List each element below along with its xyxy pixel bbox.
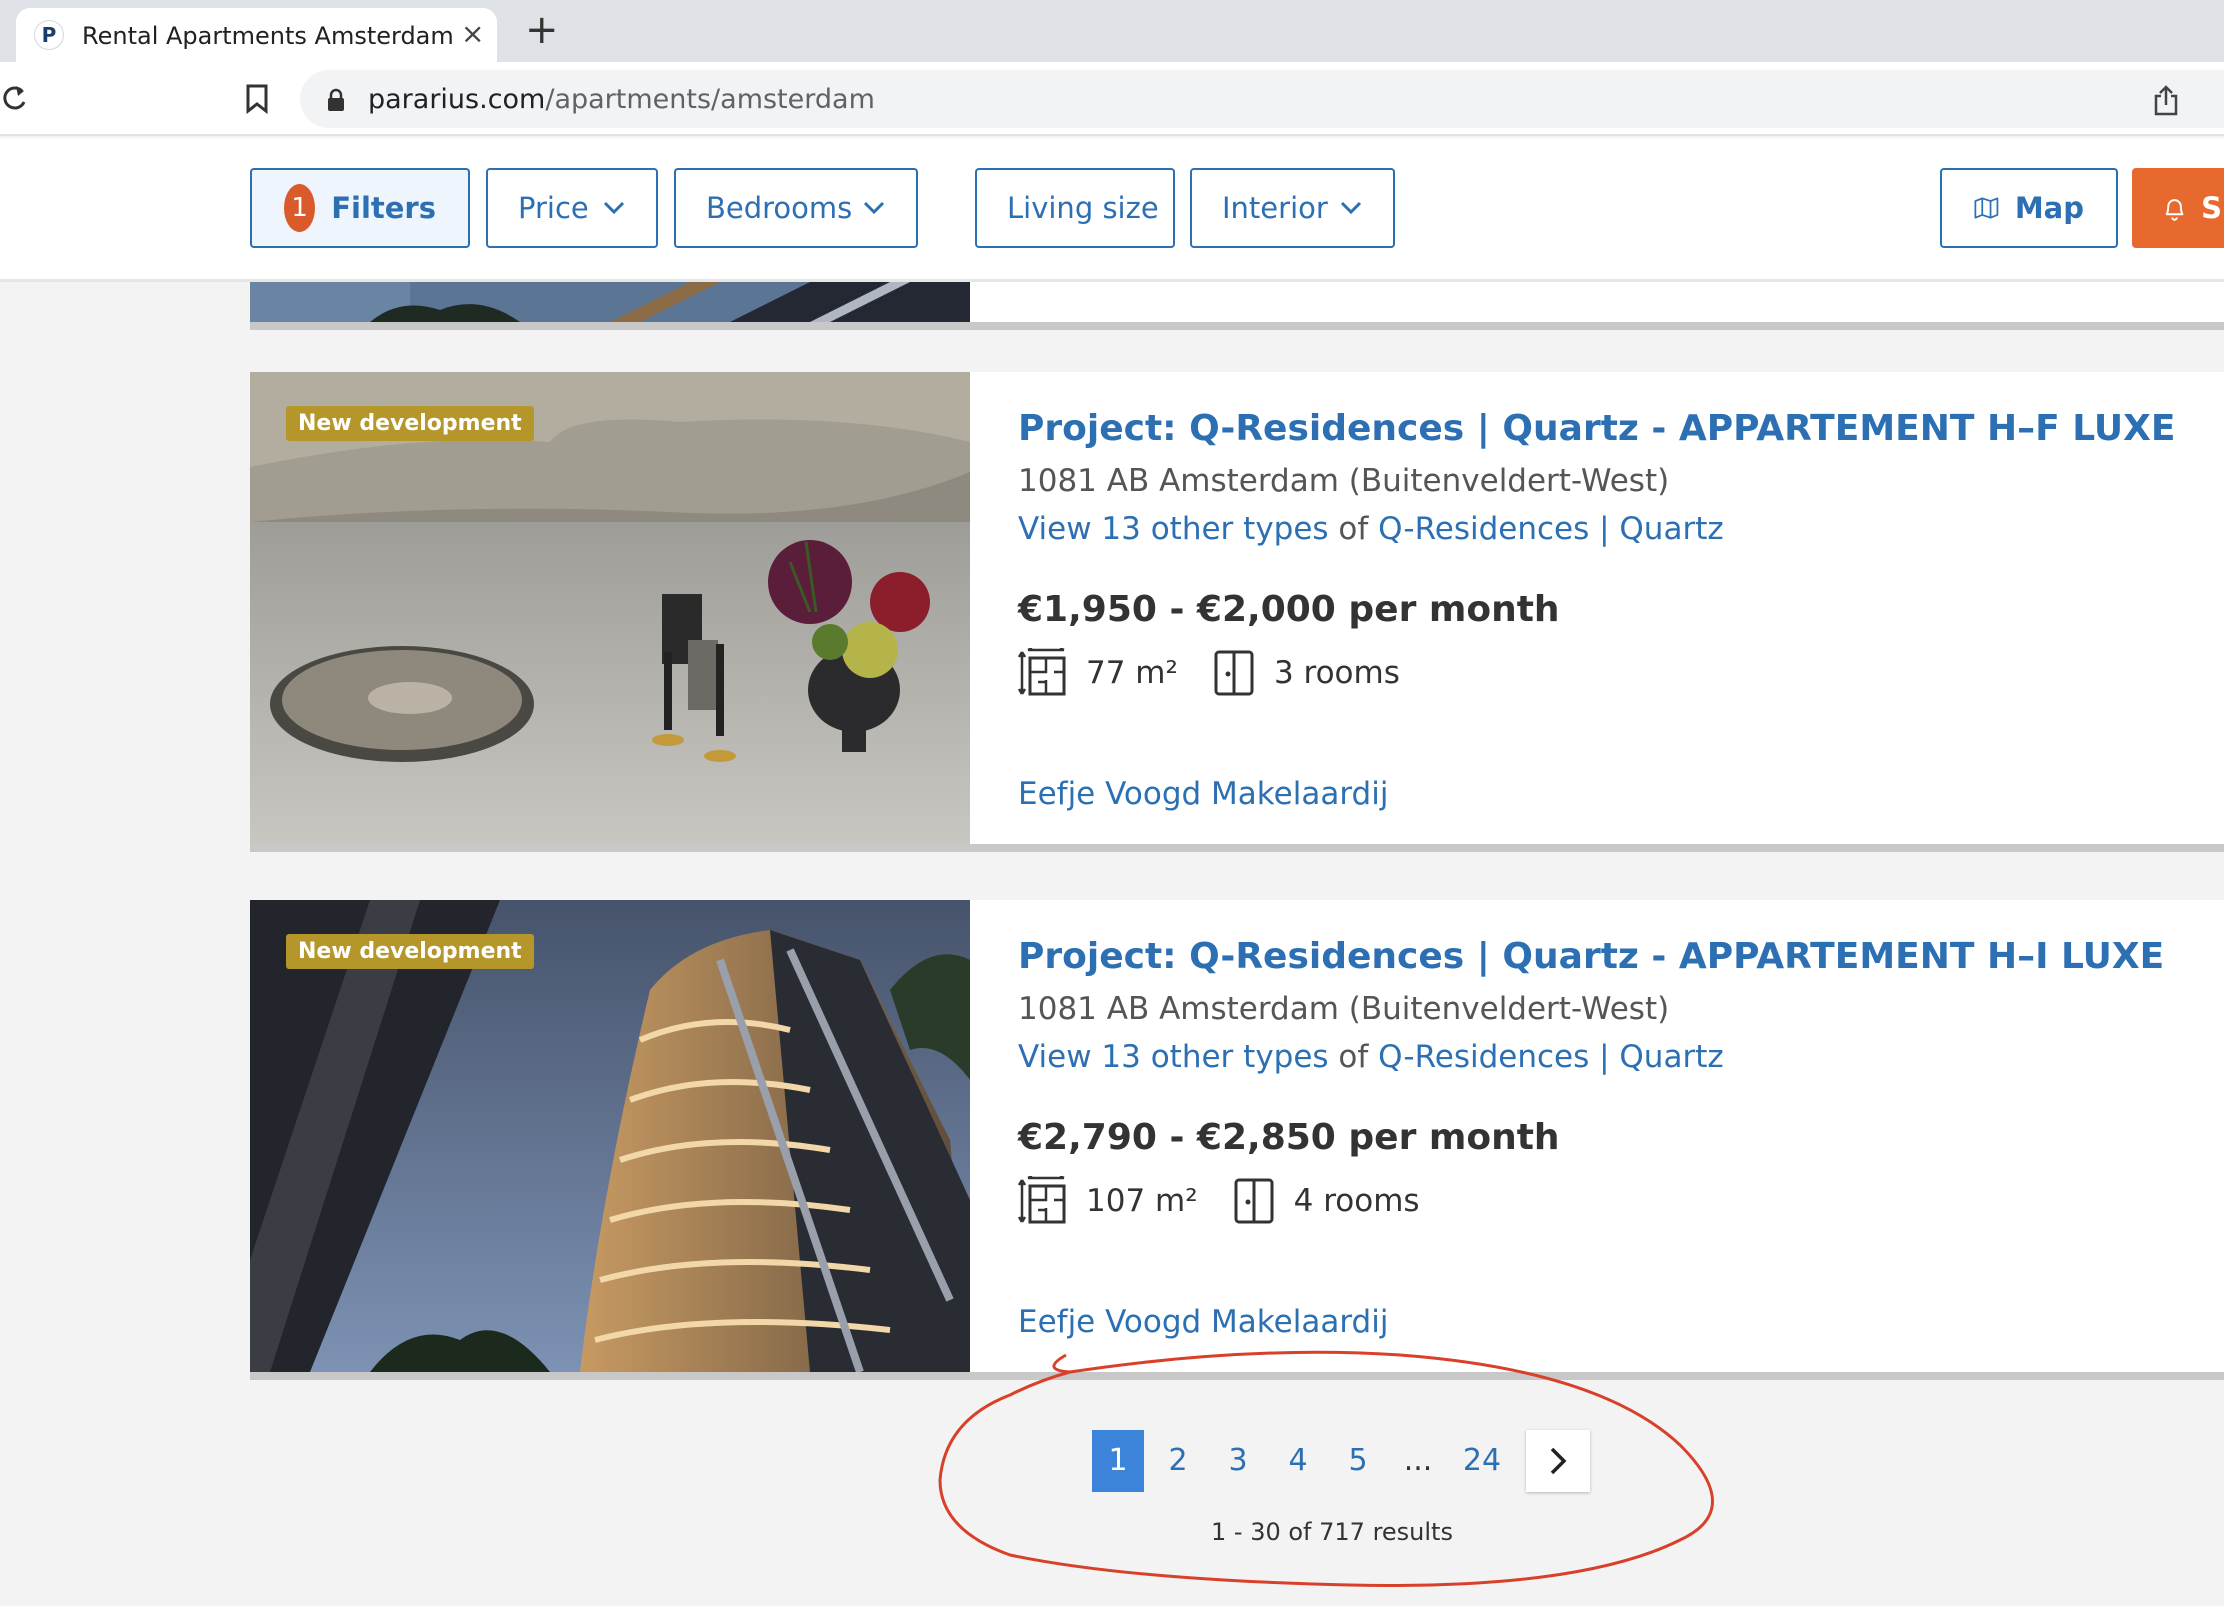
listing-details: Project: Q-Residences | Quartz - APPARTE… [1018,408,2175,698]
save-search-button[interactable]: S [2132,168,2224,248]
save-search-label: S [2201,191,2222,225]
listing-photo[interactable]: New development [250,372,970,844]
listing-address: 1081 AB Amsterdam (Buitenveldert-West) [1018,991,1670,1027]
page-4-link[interactable]: 4 [1272,1430,1324,1492]
surface-area-icon [1018,648,1066,696]
listing-photo[interactable]: New development [250,900,970,1372]
living-size-dropdown[interactable]: Living size [975,168,1175,248]
chevron-right-icon [1550,1447,1567,1475]
page-2-link[interactable]: 2 [1152,1430,1204,1492]
filters-button[interactable]: 1 Filters [250,168,470,248]
other-types-of: of [1328,1039,1379,1075]
listing-size: 107 m² [1086,1183,1198,1219]
map-icon [1974,197,1999,219]
next-page-button[interactable] [1526,1430,1590,1492]
page-last-link[interactable]: 24 [1452,1430,1512,1492]
reload-icon[interactable] [0,82,32,114]
page-5-link[interactable]: 5 [1332,1430,1384,1492]
living-size-label: Living size [1007,191,1159,225]
bedrooms-label: Bedrooms [706,191,853,225]
address-bar[interactable]: pararius.com/apartments/amsterdam [300,70,2224,128]
door-rooms-icon [1214,650,1254,696]
agent-link[interactable]: Eefje Voogd Makelaardij [1018,776,1388,812]
new-development-tag: New development [286,934,534,969]
browser-toolbar: pararius.com/apartments/amsterdam [0,62,2224,136]
chevron-down-icon [603,201,625,215]
pagination-ellipsis: ... [1403,1443,1433,1478]
map-label: Map [2014,191,2084,225]
browser-tab[interactable]: P Rental Apartments Amsterdam × [16,8,497,62]
tab-close-icon[interactable]: × [461,17,484,50]
listing-card: New development Project: Q-Residences | … [250,372,2224,852]
lock-icon [328,88,344,111]
listing-price: €1,950 - €2,000 per month [1018,589,1560,630]
listing-rooms: 4 rooms [1293,1183,1420,1219]
other-types-link[interactable]: View 13 other types [1018,1039,1329,1075]
filters-label: Filters [331,191,436,225]
url-path: /apartments/amsterdam [545,84,875,115]
new-development-tag: New development [286,406,534,441]
map-button[interactable]: Map [1940,168,2118,248]
pararius-favicon-icon: P [34,20,64,50]
price-dropdown[interactable]: Price [486,168,658,248]
project-link[interactable]: Q-Residences | Quartz [1378,511,1723,547]
listing-price: €2,790 - €2,850 per month [1018,1117,1560,1158]
interior-label: Interior [1222,191,1328,225]
listing-features: 77 m² 3 rooms [1018,648,2168,698]
listing-other-types: View 13 other types of Q-Residences | Qu… [1018,1039,2168,1075]
listing-photo-partial [250,282,970,322]
surface-area-icon [1018,1176,1066,1224]
page-3-link[interactable]: 3 [1212,1430,1264,1492]
tab-title: Rental Apartments Amsterdam [82,22,454,50]
listing-address: 1081 AB Amsterdam (Buitenveldert-West) [1018,463,1670,499]
new-tab-icon[interactable]: + [525,8,559,52]
chevron-down-icon [863,201,885,215]
listing-size: 77 m² [1086,655,1178,691]
other-types-link[interactable]: View 13 other types [1018,511,1329,547]
listing-rooms: 3 rooms [1273,655,1400,691]
bookmark-icon[interactable] [245,84,269,114]
filter-bar: 1 Filters Price Bedrooms Living size Int… [0,138,2224,282]
listing-title-link[interactable]: Project: Q-Residences | Quartz - APPARTE… [1018,408,2175,449]
url-host: pararius.com [368,84,546,115]
filter-count-badge: 1 [284,184,316,232]
bell-icon [2165,199,2184,221]
listing-features: 107 m² 4 rooms [1018,1176,2168,1226]
results-count: 1 - 30 of 717 results [1211,1518,1453,1546]
price-label: Price [518,191,589,225]
other-types-of: of [1328,511,1379,547]
listing-details: Project: Q-Residences | Quartz - APPARTE… [1018,936,2168,1226]
listing-photo-building [250,900,970,1372]
browser-tab-bar: P Rental Apartments Amsterdam × + [0,0,2224,62]
project-link[interactable]: Q-Residences | Quartz [1378,1039,1723,1075]
share-icon[interactable] [2152,84,2180,116]
listing-card-partial [250,282,2224,330]
page-1-link[interactable]: 1 [1092,1430,1144,1492]
listing-title-link[interactable]: Project: Q-Residences | Quartz - APPARTE… [1018,936,2168,977]
bedrooms-dropdown[interactable]: Bedrooms [674,168,918,248]
listing-other-types: View 13 other types of Q-Residences | Qu… [1018,511,2168,547]
chevron-down-icon [1340,201,1362,215]
listing-card: New development Project: Q-Residences | … [250,900,2224,1380]
door-rooms-icon [1234,1178,1274,1224]
agent-link[interactable]: Eefje Voogd Makelaardij [1018,1304,1388,1340]
pagination: 1 2 3 4 5 ... 24 [1092,1430,1590,1492]
interior-dropdown[interactable]: Interior [1190,168,1395,248]
url-text: pararius.com/apartments/amsterdam [368,84,875,115]
listing-photo-interior [250,372,970,844]
